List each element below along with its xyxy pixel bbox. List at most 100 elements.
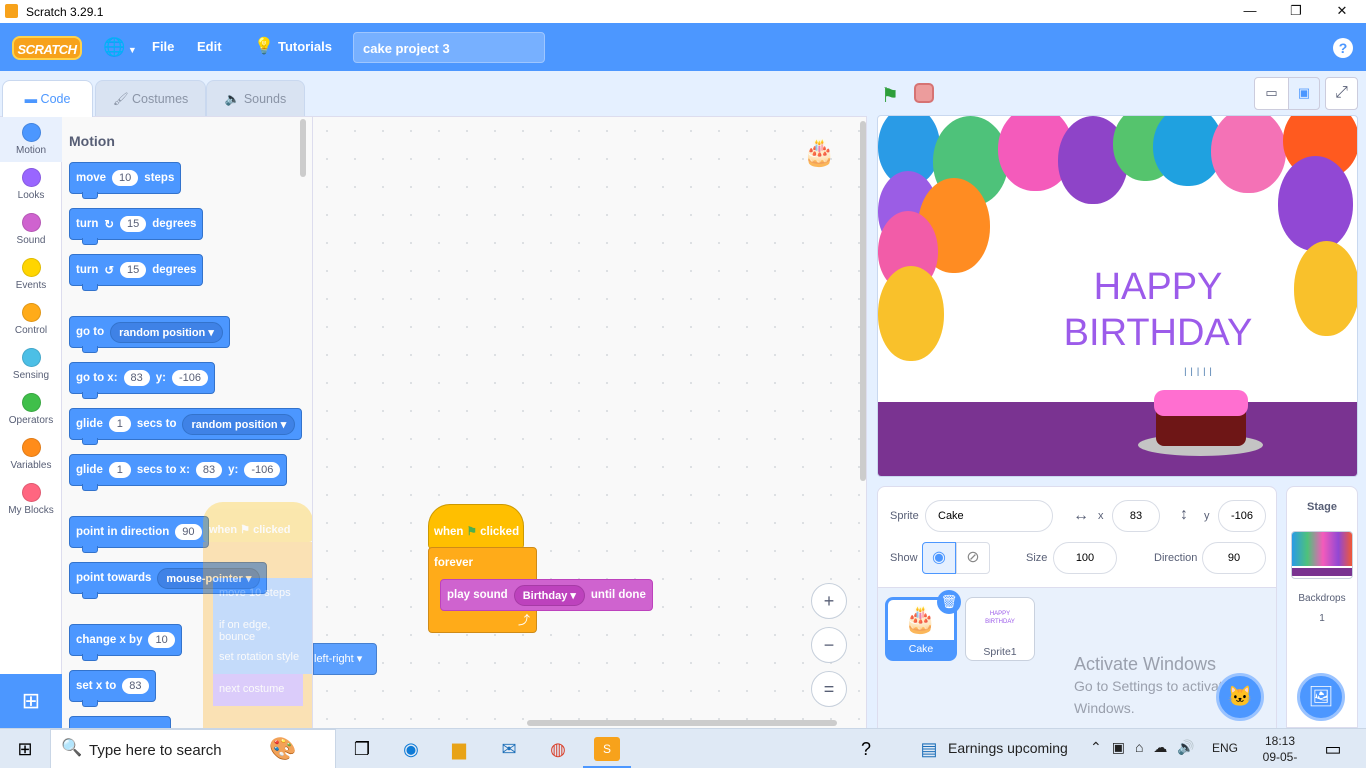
category-variables[interactable]: Variables bbox=[0, 432, 62, 477]
block-point-in-direction[interactable]: point in direction 90 bbox=[69, 516, 209, 553]
restore-button[interactable]: ❐ bbox=[1273, 0, 1319, 23]
category-operators[interactable]: Operators bbox=[0, 387, 62, 432]
category-looks[interactable]: Looks bbox=[0, 162, 62, 207]
block-move[interactable]: move 10 steps bbox=[69, 162, 182, 199]
block-turn-cw[interactable]: turn ↻ 15 degrees bbox=[69, 208, 204, 245]
edit-menu[interactable]: Edit bbox=[197, 23, 222, 71]
workspace-vertical-scrollbar[interactable] bbox=[860, 121, 866, 481]
ghost-script: when ⚑ clicked move 10 steps if on edge,… bbox=[203, 502, 312, 728]
category-sound[interactable]: Sound bbox=[0, 207, 62, 252]
play-sound-until-done-block[interactable]: play sound Birthday ▾ until done bbox=[440, 579, 653, 611]
direction-input[interactable]: 90 bbox=[1202, 542, 1266, 574]
show-hidden-button[interactable]: ⊘ bbox=[956, 542, 990, 574]
x-input[interactable]: 83 bbox=[1112, 500, 1160, 532]
when-flag-clicked-block[interactable]: when ⚑ clicked bbox=[428, 504, 524, 549]
notification-icon[interactable]: ▭ bbox=[1320, 737, 1346, 761]
block-set-x[interactable]: set x to 83 bbox=[69, 670, 156, 707]
language-indicator[interactable]: ENG bbox=[1212, 741, 1238, 755]
choose-sprite-button[interactable]: 🐱 bbox=[1216, 673, 1264, 721]
file-menu[interactable]: File bbox=[152, 23, 174, 71]
ghost-move: move 10 steps bbox=[213, 578, 312, 610]
zoom-out-button[interactable]: − bbox=[811, 627, 847, 663]
category-sensing[interactable]: Sensing bbox=[0, 342, 62, 387]
project-title-input[interactable]: cake project 3 bbox=[353, 32, 545, 63]
cake-thumbnail: 🎂 bbox=[904, 604, 937, 634]
block-go-to[interactable]: go to random position ▾ bbox=[69, 316, 230, 353]
news-widget-icon[interactable]: ▤ bbox=[916, 737, 942, 761]
size-input[interactable]: 100 bbox=[1053, 542, 1117, 574]
y-label: y bbox=[1204, 510, 1210, 522]
system-tray-icons[interactable]: ⌃▣⌂☁🔊 bbox=[1090, 739, 1205, 756]
news-widget-text[interactable]: Earnings upcoming bbox=[948, 740, 1068, 756]
close-button[interactable]: ✕ bbox=[1319, 0, 1365, 23]
search-icon: 🔍 bbox=[61, 738, 83, 757]
stage-cake-sprite[interactable]: ||||| bbox=[1138, 366, 1263, 456]
scratch-taskbar-icon[interactable]: S bbox=[594, 737, 620, 761]
tutorials-menu[interactable]: Tutorials bbox=[278, 23, 332, 71]
help-button[interactable]: ? bbox=[1333, 38, 1353, 58]
chrome-icon[interactable]: ◍ bbox=[545, 737, 571, 761]
sensing-dot bbox=[21, 348, 41, 367]
category-my-blocks[interactable]: My Blocks bbox=[0, 477, 62, 522]
sprite-name-input[interactable]: Cake bbox=[925, 500, 1053, 532]
delete-sprite-button[interactable]: 🗑 bbox=[937, 590, 961, 614]
lightbulb-icon: 💡 bbox=[254, 38, 274, 55]
events-dot bbox=[21, 258, 41, 277]
task-view-icon[interactable]: ❐ bbox=[349, 737, 375, 761]
rotate-ccw-icon: ↺ bbox=[104, 265, 114, 277]
workspace-horizontal-scrollbar[interactable] bbox=[527, 720, 837, 726]
clock[interactable]: 18:1309-05-2025 bbox=[1252, 733, 1308, 768]
large-stage-button[interactable]: ▣ bbox=[1288, 77, 1320, 110]
zoom-reset-button[interactable]: = bbox=[811, 671, 847, 707]
backdrops-count: 1 bbox=[1319, 613, 1325, 624]
block-partial[interactable] bbox=[69, 716, 171, 728]
trash-icon: 🗑 bbox=[940, 594, 958, 609]
edge-browser-icon[interactable]: ◉ bbox=[398, 737, 424, 761]
show-visible-button[interactable]: ◉ bbox=[922, 542, 956, 574]
small-stage-button[interactable]: ▭ bbox=[1254, 77, 1289, 110]
speaker-icon: 🔈 bbox=[224, 92, 244, 106]
stage-selector-panel[interactable]: Stage Backdrops 1 🖼 bbox=[1286, 486, 1358, 728]
zoom-out-icon: − bbox=[823, 635, 835, 655]
green-flag-button[interactable]: ⚑ bbox=[881, 83, 899, 108]
taskbar-search-box[interactable]: 🔍 Type here to search 🎨 bbox=[50, 729, 336, 768]
category-events[interactable]: Events bbox=[0, 252, 62, 297]
zoom-in-button[interactable]: + bbox=[811, 583, 847, 619]
stage-canvas[interactable]: HAPPY BIRTHDAY ||||| bbox=[877, 115, 1358, 477]
block-turn-ccw[interactable]: turn ↺ 15 degrees bbox=[69, 254, 204, 291]
my-blocks-dot bbox=[21, 483, 41, 502]
tab-code[interactable]: ▬ Code bbox=[2, 80, 93, 117]
search-highlight-icon: 🎨 bbox=[269, 736, 297, 761]
backdrops-label: Backdrops bbox=[1298, 593, 1346, 604]
choose-backdrop-button[interactable]: 🖼 bbox=[1297, 673, 1345, 721]
palette-scrollbar[interactable] bbox=[300, 119, 306, 177]
block-change-x[interactable]: change x by 10 bbox=[69, 624, 182, 661]
minimize-button[interactable]: — bbox=[1227, 0, 1273, 23]
y-input[interactable]: -106 bbox=[1218, 500, 1266, 532]
variables-dot bbox=[21, 438, 41, 457]
fullscreen-button[interactable]: ⤢ bbox=[1325, 77, 1358, 110]
size-label: Size bbox=[1026, 552, 1048, 564]
globe-icon[interactable]: 🌐 ▼ bbox=[103, 23, 137, 71]
scratch-logo[interactable]: SCRATCH bbox=[12, 36, 82, 60]
block-glide-xy[interactable]: glide 1 secs to x: 83 y: -106 bbox=[69, 454, 288, 491]
windows-start-icon[interactable]: ⊞ bbox=[12, 737, 38, 761]
tab-costumes[interactable]: 🖌 Costumes bbox=[95, 80, 206, 117]
help-tips-icon[interactable]: ? bbox=[853, 737, 879, 761]
code-workspace[interactable]: 🎂 left-right ▾ when ⚑ clicked forever ⤴ … bbox=[312, 116, 867, 728]
show-label: Show bbox=[890, 552, 918, 564]
stage-panel-title: Stage bbox=[1307, 501, 1337, 513]
mail-icon[interactable]: ✉ bbox=[496, 737, 522, 761]
category-motion[interactable]: Motion bbox=[0, 117, 62, 162]
motion-dot bbox=[21, 123, 41, 142]
menu-bar: SCRATCH 🌐 ▼ File Edit 💡 Tutorials cake p… bbox=[0, 23, 1366, 71]
category-control[interactable]: Control bbox=[0, 297, 62, 342]
block-go-to-xy[interactable]: go to x: 83 y: -106 bbox=[69, 362, 216, 399]
file-explorer-icon[interactable]: ▆ bbox=[446, 737, 472, 761]
block-glide[interactable]: glide 1 secs to random position ▾ bbox=[69, 408, 303, 445]
stop-button[interactable] bbox=[914, 83, 934, 103]
tab-sounds[interactable]: 🔈 Sounds bbox=[206, 80, 305, 117]
add-extension-button[interactable]: ⊞ bbox=[0, 674, 62, 728]
direction-label: Direction bbox=[1154, 552, 1198, 564]
sprite-tile-sprite1[interactable]: HAPPY BIRTHDAY Sprite1 bbox=[965, 597, 1035, 661]
